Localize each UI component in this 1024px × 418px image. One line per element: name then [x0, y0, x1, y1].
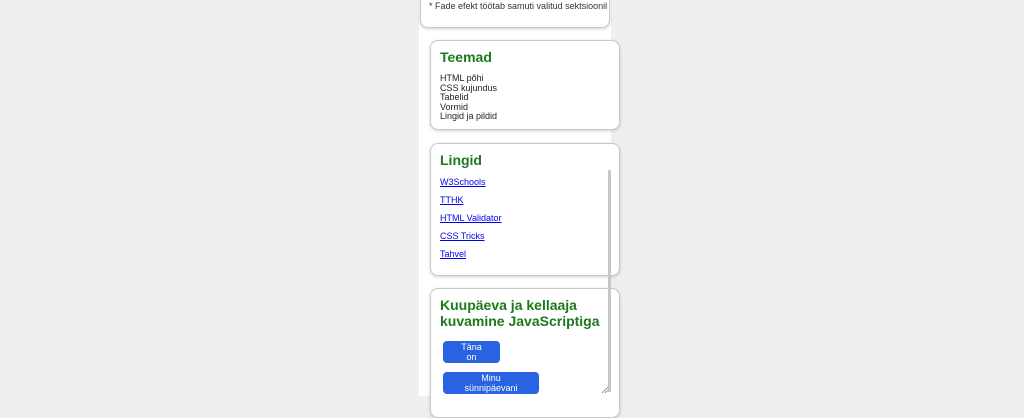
links-list: W3Schools TTHK HTML Validator CSS Tricks…	[440, 176, 502, 266]
resize-handle-icon[interactable]	[599, 384, 609, 394]
today-button[interactable]: Täna on	[443, 341, 500, 363]
link-html-validator[interactable]: HTML Validator	[440, 213, 502, 223]
link-tahvel[interactable]: Tahvel	[440, 249, 466, 259]
birthday-countdown-button[interactable]: Minu sünnipäevani	[443, 372, 539, 394]
links-card: Lingid W3Schools TTHK HTML Validator CSS…	[430, 143, 620, 276]
links-title: Lingid	[440, 152, 482, 168]
link-css-tricks[interactable]: CSS Tricks	[440, 231, 485, 241]
datetime-title: Kuupäeva ja kellaaja kuvamine JavaScript…	[440, 297, 600, 329]
topics-list: HTML põhi CSS kujundus Tabelid Vormid Li…	[440, 73, 498, 122]
list-item: TTHK	[440, 194, 502, 212]
topics-title: Teemad	[440, 49, 492, 65]
fade-note-text: * Fade efekt töötab samuti valitud sekts…	[429, 1, 608, 11]
list-item: W3Schools	[440, 176, 502, 194]
list-item: HTML Validator	[440, 212, 502, 230]
topic-item: Lingid ja pildid	[440, 111, 498, 122]
link-w3schools[interactable]: W3Schools	[440, 177, 486, 187]
link-tthk[interactable]: TTHK	[440, 195, 464, 205]
list-item: Tahvel	[440, 248, 502, 266]
list-item: CSS Tricks	[440, 230, 502, 248]
scrollbar[interactable]	[608, 170, 611, 392]
fade-note-card: * Fade efekt töötab samuti valitud sekts…	[420, 0, 610, 28]
topics-card: Teemad HTML põhi CSS kujundus Tabelid Vo…	[430, 40, 620, 130]
